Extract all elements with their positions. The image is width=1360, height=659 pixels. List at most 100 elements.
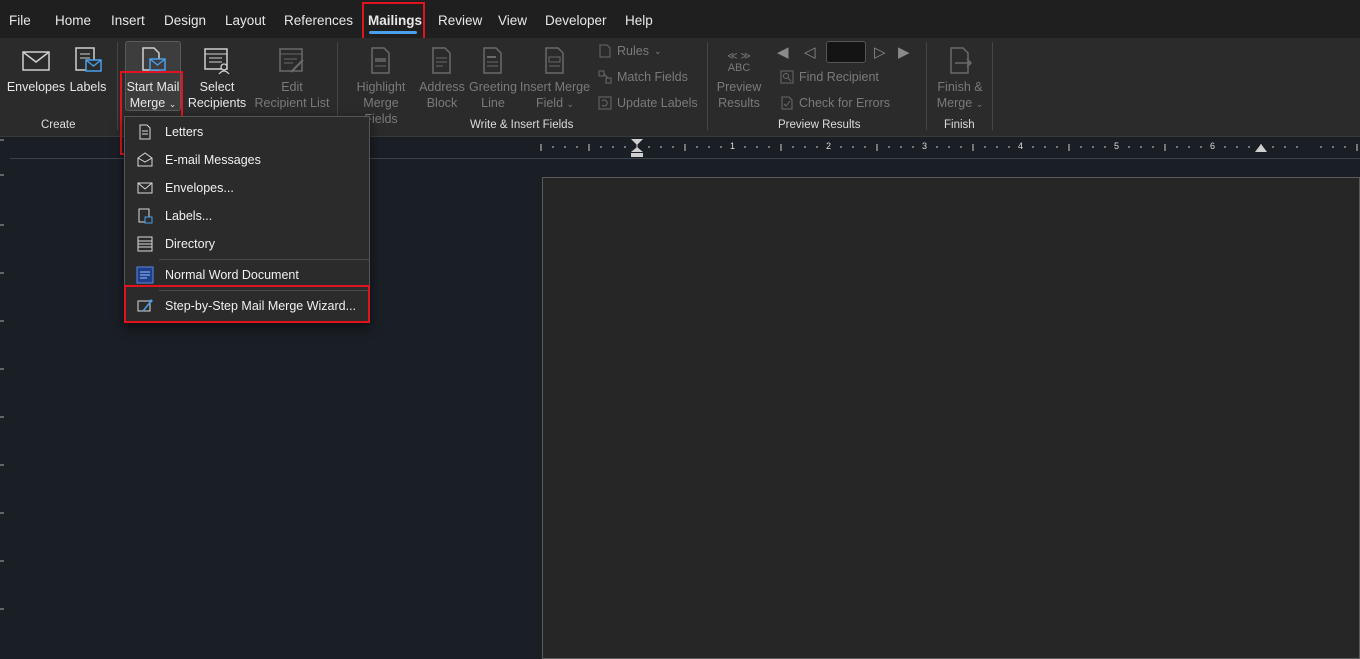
update-labels-label: Update Labels [617,96,698,110]
chevron-down-icon: ⌄ [653,45,662,56]
group-label-create: Create [41,119,76,131]
preview-results-button[interactable]: ≪ ≫ ABC Preview Results [712,46,766,111]
menu-item-label: Labels... [165,209,213,223]
first-record-icon[interactable]: ◀ [777,43,789,61]
preview-results-label-2: Results [718,96,760,110]
envelopes-label: Envelopes [6,80,66,94]
highlight-fields-icon [371,47,390,74]
group-label-finish: Finish [944,119,975,131]
finish-merge-button[interactable]: Finish & Merge ⌄ [932,46,988,112]
rules-label: Rules [617,44,649,58]
preview-results-label-1: Preview [716,80,762,94]
finish-merge-label-2: Merge ⌄ [936,96,984,110]
address-block-button[interactable]: Address Block [418,46,466,111]
highlight-merge-fields-button[interactable]: Highlight Merge Fields [345,46,417,127]
last-record-icon[interactable]: ▶ [898,43,910,61]
document-page[interactable] [542,177,1360,659]
menu-item-directory[interactable]: Directory [125,231,369,257]
menu-item-label: Envelopes... [165,181,234,195]
match-fields-button[interactable]: Match Fields [598,70,688,84]
find-recipient-button[interactable]: Find Recipient [780,70,879,84]
word-document-icon [136,266,154,284]
tab-references[interactable]: References [284,13,353,28]
edit-recipient-list-label-2: Recipient List [254,96,330,110]
indent-marker-icon[interactable] [630,138,644,158]
group-separator [992,42,993,130]
labels-label: Labels [69,80,107,94]
labels-button[interactable]: Labels [68,46,108,95]
menu-item-label: Directory [165,237,216,251]
chevron-down-icon: ⌄ [566,99,575,109]
greeting-line-label-1: Greeting [469,80,517,94]
ruler-ticks [540,144,1358,151]
horizontal-ruler: 1 2 3 4 5 6 [540,138,1360,158]
insert-merge-field-button[interactable]: Insert Merge Field ⌄ [519,46,591,112]
labels-icon [138,208,153,224]
menu-item-email-messages[interactable]: E-mail Messages [125,147,369,173]
check-for-errors-button[interactable]: Check for Errors [780,96,890,110]
abc-preview-icon: ≪ ≫ ABC [727,50,751,74]
abc-text: ABC [727,61,751,74]
right-indent-marker-icon[interactable] [1254,143,1268,155]
menu-item-label: E-mail Messages [165,153,261,167]
menu-item-envelopes[interactable]: Envelopes... [125,175,369,201]
group-separator [926,42,927,130]
rules-button[interactable]: Rules ⌄ [598,44,662,58]
tab-home[interactable]: Home [55,13,91,28]
recipients-list-icon [204,48,230,75]
find-recipient-label: Find Recipient [799,70,879,84]
email-icon [137,152,153,167]
chevron-down-icon: ⌄ [975,99,984,109]
menu-item-labels[interactable]: Labels... [125,203,369,229]
ruler-number: 6 [1210,141,1216,151]
tab-developer[interactable]: Developer [545,13,607,28]
tab-insert[interactable]: Insert [111,13,145,28]
menu-item-letters[interactable]: Letters [125,119,369,145]
tab-view[interactable]: View [498,13,527,28]
find-icon [780,70,794,84]
labels-icon [75,47,102,72]
finish-merge-icon [950,47,973,74]
envelope-icon [22,51,50,71]
menu-separator [159,259,369,260]
highlight-mailings-tab [362,2,425,41]
edit-recipient-list-label-1: Edit [281,80,303,94]
menu-item-label: Letters [165,125,204,139]
ruler-number: 3 [922,141,928,151]
group-label-preview: Preview Results [778,119,861,131]
envelopes-button[interactable]: Envelopes [6,46,66,95]
directory-icon [137,236,153,252]
next-record-icon[interactable]: ▷ [874,43,886,61]
group-separator [707,42,708,130]
rules-icon [599,44,611,58]
greeting-line-button[interactable]: Greeting Line [468,46,518,111]
menu-item-label: Normal Word Document [165,268,299,282]
check-errors-icon [781,96,793,110]
tab-help[interactable]: Help [625,13,653,28]
address-block-label-1: Address [419,80,465,94]
insert-merge-field-label-1: Insert Merge [519,80,591,94]
update-labels-button[interactable]: Update Labels [598,96,698,110]
address-block-icon [432,47,451,74]
highlight-mail-merge-wizard [124,285,370,323]
finish-merge-label-1: Finish & [937,80,983,94]
highlight-merge-fields-label-1: Highlight [356,80,406,94]
tab-file[interactable]: File [9,13,31,28]
tab-layout[interactable]: Layout [225,13,266,28]
address-block-label-2: Block [426,96,458,110]
edit-recipient-list-button[interactable]: Edit Recipient List [254,46,330,111]
previous-record-icon[interactable]: ◁ [804,43,816,61]
ruler-number: 1 [730,141,736,151]
ruler-number: 4 [1018,141,1024,151]
menu-bar: File Home Insert Design Layout Reference… [0,0,1360,38]
letter-icon [139,124,151,140]
insert-merge-field-label-2: Field ⌄ [535,96,575,110]
ruler-number: 2 [826,141,832,151]
tab-design[interactable]: Design [164,13,206,28]
envelope-icon [137,182,153,194]
edit-list-icon [279,48,304,73]
record-number-input[interactable] [826,41,866,63]
tab-review[interactable]: Review [438,13,482,28]
select-recipients-label-1: Select [199,80,235,94]
check-for-errors-label: Check for Errors [799,96,890,110]
